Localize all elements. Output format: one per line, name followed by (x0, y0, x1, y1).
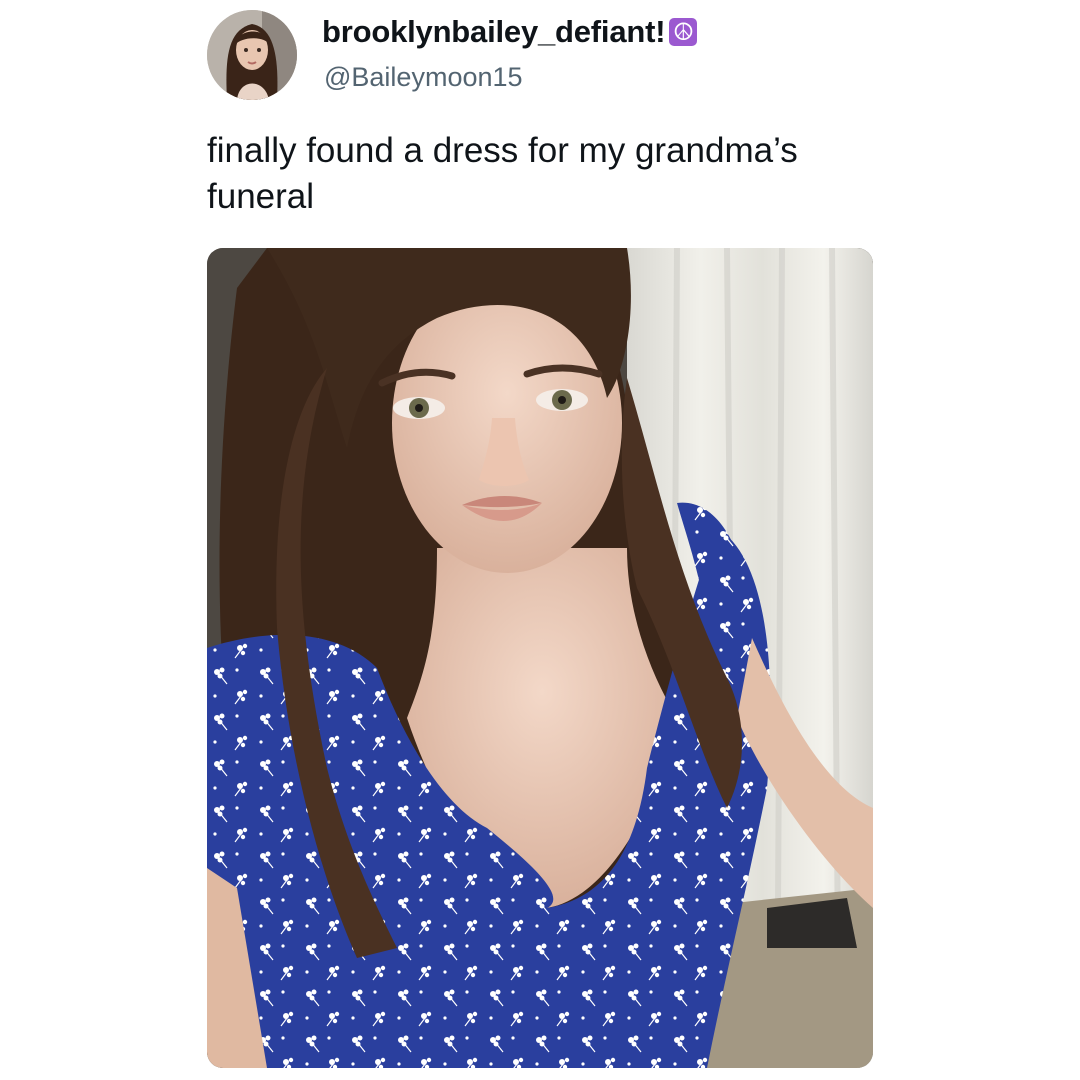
peace-symbol-icon: ☮ (669, 18, 698, 46)
display-name[interactable]: brooklynbailey_defiant! ☮ (322, 14, 698, 50)
tweet-card: brooklynbailey_defiant! ☮ @Baileymoon15 … (0, 0, 1080, 1080)
tweet-text: finally found a dress for my grandma’s f… (207, 131, 798, 216)
selfie-photo-image (207, 248, 873, 1068)
tweet-photo[interactable] (207, 248, 873, 1068)
avatar-portrait-icon (207, 10, 297, 100)
user-handle[interactable]: @Baileymoon15 (324, 62, 523, 93)
display-name-text: brooklynbailey_defiant! (322, 14, 666, 49)
profile-avatar[interactable] (207, 10, 297, 100)
